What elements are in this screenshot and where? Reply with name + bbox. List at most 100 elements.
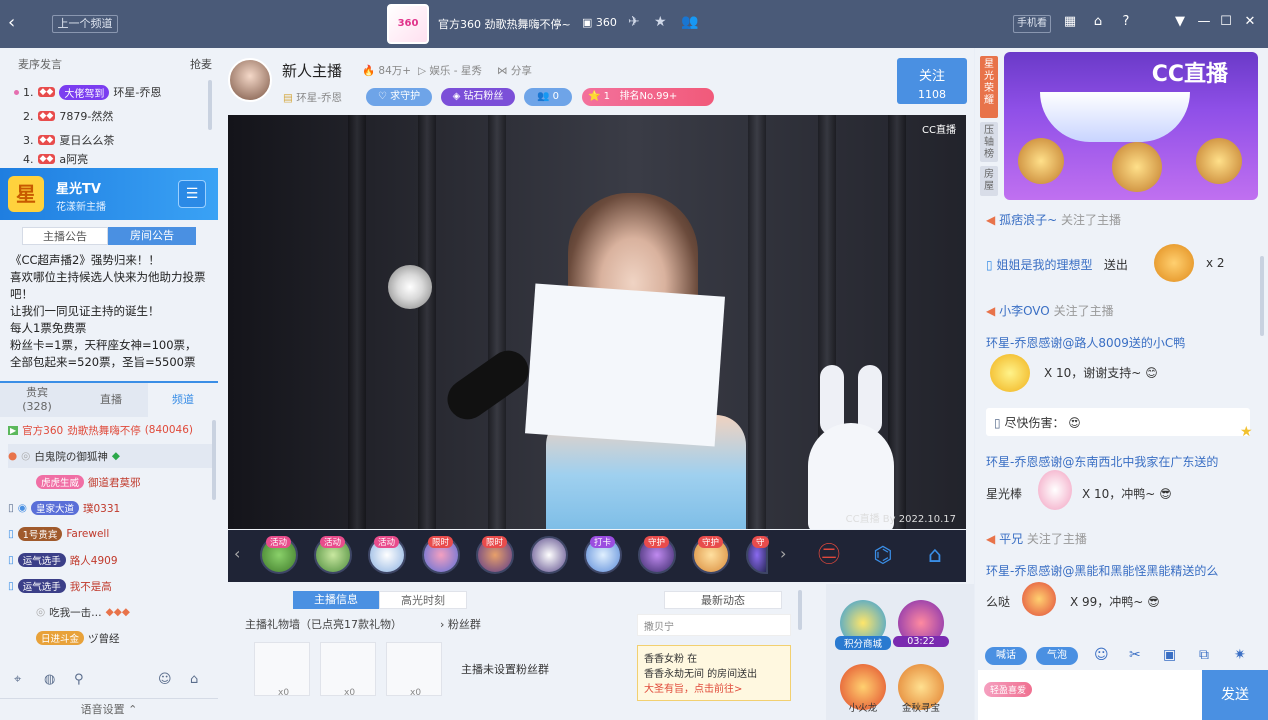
close-icon[interactable]: ✕ — [1241, 14, 1259, 29]
bubble-style-badge[interactable]: 轻盈喜爱 — [984, 682, 1033, 697]
tab-vip[interactable]: 贵宾 (328) — [0, 383, 74, 417]
users-icon[interactable]: 👥 — [681, 14, 698, 30]
member-row[interactable]: ▯ ◉ 皇家大道 璞0331 — [8, 496, 212, 520]
tab-highlights[interactable]: 高光时刻 — [379, 591, 467, 609]
channel-title: 星光TV — [56, 182, 101, 197]
voice-settings[interactable]: 语音设置 ⌃ — [0, 698, 218, 720]
chat-user[interactable]: 环星-乔恩感谢 — [986, 564, 1062, 578]
image-icon[interactable]: ▣ — [1163, 647, 1176, 663]
help-icon[interactable]: ? — [1117, 14, 1135, 29]
category[interactable]: ▷ 娱乐 - 星秀 — [418, 63, 482, 78]
rank-badge[interactable]: ⭐ 1 排名No.99+ — [582, 88, 714, 106]
diamond-fans-button[interactable]: ◈ 钻石粉丝 — [441, 88, 515, 106]
promo-banner[interactable]: CC直播 — [1004, 52, 1258, 200]
star-icon[interactable]: ★ — [1240, 424, 1253, 440]
member-row[interactable]: ● ◎ 白鬼院の御狐神 ◆ — [8, 444, 212, 468]
plane-icon[interactable]: ✈ — [628, 14, 640, 30]
emoji-icon[interactable]: ☺ — [158, 672, 172, 687]
video-player[interactable]: CC直播 CC直播 By 2022.10.17 — [228, 115, 966, 529]
gift-item[interactable] — [530, 536, 568, 574]
gift-item[interactable]: 限时 — [422, 536, 460, 574]
send-button[interactable]: 发送 — [1202, 670, 1268, 720]
rank-scrollbar[interactable] — [208, 80, 212, 130]
chevron-right-icon[interactable]: › — [780, 544, 786, 563]
side-tab-house[interactable]: 房屋 — [980, 166, 998, 196]
member-scrollbar[interactable] — [212, 420, 216, 500]
gift-item[interactable]: 守 — [746, 536, 769, 574]
gift-item[interactable]: 活动 — [368, 536, 406, 574]
gift-item[interactable]: 活动 — [260, 536, 298, 574]
chevron-left-icon[interactable]: ‹ — [234, 544, 240, 563]
mic-queue-row[interactable]: 4. ◆◆ a阿亮 — [14, 152, 88, 167]
news-link[interactable]: 大圣有旨，点击前往> — [644, 682, 784, 697]
side-tab-glory[interactable]: 星光荣耀 — [980, 56, 998, 118]
member-row[interactable]: ▯ 1号贵宾 Farewell — [8, 522, 212, 546]
news-card[interactable]: 香香女粉 在 香香永劫无间 的房间送出 大圣有旨，点击前往> — [637, 645, 791, 701]
bell-icon[interactable]: ⌂ — [1089, 14, 1107, 29]
dropdown-icon[interactable]: ▼ — [1171, 14, 1189, 29]
chat-user[interactable]: 环星-乔恩感谢 — [986, 336, 1062, 350]
chat-user[interactable]: 孤痞浪子~ — [999, 213, 1057, 227]
shout-button[interactable]: 喊话 — [985, 647, 1027, 665]
scissors-icon[interactable]: ✂ — [1129, 647, 1141, 663]
mic-queue-row[interactable]: 3. ◆◆ 夏日么么茶 — [14, 130, 114, 150]
backpack-icon[interactable]: ⌬ — [864, 536, 902, 576]
phone-view-button[interactable]: 手机看 — [1013, 15, 1051, 33]
member-row[interactable]: 日进斗金 ヅ曾经 — [8, 626, 212, 650]
complete-icon[interactable]: ㊁ — [810, 536, 848, 576]
member-row[interactable]: ▯ 运气选手 我不是高 — [8, 574, 212, 598]
share-icon[interactable]: ⧉ — [1199, 647, 1209, 663]
chat-user[interactable]: 环星-乔恩感谢 — [986, 455, 1062, 469]
share-button[interactable]: ⋈ 分享 — [497, 63, 532, 78]
anchor-avatar[interactable] — [228, 58, 272, 102]
grab-mic-button[interactable]: 抢麦 — [190, 56, 212, 72]
gift-item[interactable]: 限时 — [476, 536, 514, 574]
chat-user[interactable]: 平兄 — [999, 532, 1023, 546]
chat-scrollbar[interactable] — [1260, 256, 1264, 336]
back-icon[interactable]: ‹ — [8, 12, 15, 33]
gift-tag: 打卡 — [590, 536, 616, 548]
gift-item[interactable]: 守护 — [638, 536, 676, 574]
search-icon[interactable]: ⚲ — [74, 672, 84, 687]
tab-channel[interactable]: 频道 — [148, 383, 218, 417]
star-icon[interactable]: ★ — [654, 14, 667, 30]
guard-button[interactable]: ♡ 求守护 — [366, 88, 432, 106]
chat-input[interactable]: 轻盈喜爱 — [978, 670, 1202, 720]
member-row[interactable]: ◎ 吃我一击… ◆◆◆ — [8, 600, 212, 624]
follow-button[interactable]: 关注 1108 — [897, 58, 967, 104]
channel-row[interactable]: ▶ 官方360 劲歌热舞嗨不停 (840046) — [8, 418, 212, 442]
follow-label: 关注 — [918, 69, 945, 84]
tab-anchor-info[interactable]: 主播信息 — [293, 591, 379, 609]
home-icon[interactable]: ⌂ — [190, 672, 198, 687]
prev-channel-button[interactable]: 上一个频道 — [52, 15, 118, 33]
minimize-icon[interactable]: — — [1195, 14, 1213, 29]
maximize-icon[interactable]: ☐ — [1217, 14, 1235, 29]
gear-icon[interactable]: ✷ — [1234, 647, 1246, 663]
mic-queue-row[interactable]: 1. ◆◆ 大佬驾到 环星-乔恩 — [14, 82, 161, 102]
news-scrollbar[interactable] — [798, 590, 802, 630]
shop-icon[interactable]: ⌂ — [916, 536, 954, 576]
member-row[interactable]: ▯ 运气选手 路人4909 — [8, 548, 212, 572]
tab-anchor-notice[interactable]: 主播公告 — [22, 227, 108, 245]
chat-user[interactable]: 尽快伤害： — [1004, 416, 1064, 430]
bubble-button[interactable]: 气泡 — [1036, 647, 1078, 665]
menu-icon[interactable]: ☰ — [178, 180, 206, 208]
location-icon[interactable]: ⌖ — [14, 672, 21, 687]
chat-user[interactable]: 小李OVO — [999, 304, 1050, 318]
gift-item[interactable]: 守护 — [692, 536, 730, 574]
globe-icon[interactable]: ◍ — [44, 672, 55, 687]
chat-message: ◀ 小李OVO 关注了主播 — [986, 302, 1114, 319]
member-row[interactable]: 虎虎生威 御道君莫邪 — [8, 470, 212, 494]
fans-count-badge[interactable]: 👥 0 — [524, 88, 572, 106]
side-tab-rank[interactable]: 压轴榜 — [980, 122, 998, 162]
tab-live[interactable]: 直播 — [74, 383, 148, 417]
tab-latest-news[interactable]: 最新动态 — [664, 591, 782, 609]
tab-room-notice[interactable]: 房间公告 — [108, 227, 196, 245]
news-top-item[interactable]: 撒贝宁 — [637, 614, 791, 636]
mic-queue-row[interactable]: 2. ◆◆ 7879-然然 — [14, 106, 113, 126]
gift-item[interactable]: 打卡 — [584, 536, 622, 574]
gift-item[interactable]: 活动 — [314, 536, 352, 574]
emoji-icon[interactable]: ☺ — [1094, 647, 1109, 663]
grid-icon[interactable]: ▦ — [1061, 14, 1079, 29]
chat-user[interactable]: 姐姐是我的理想型 — [996, 258, 1092, 272]
